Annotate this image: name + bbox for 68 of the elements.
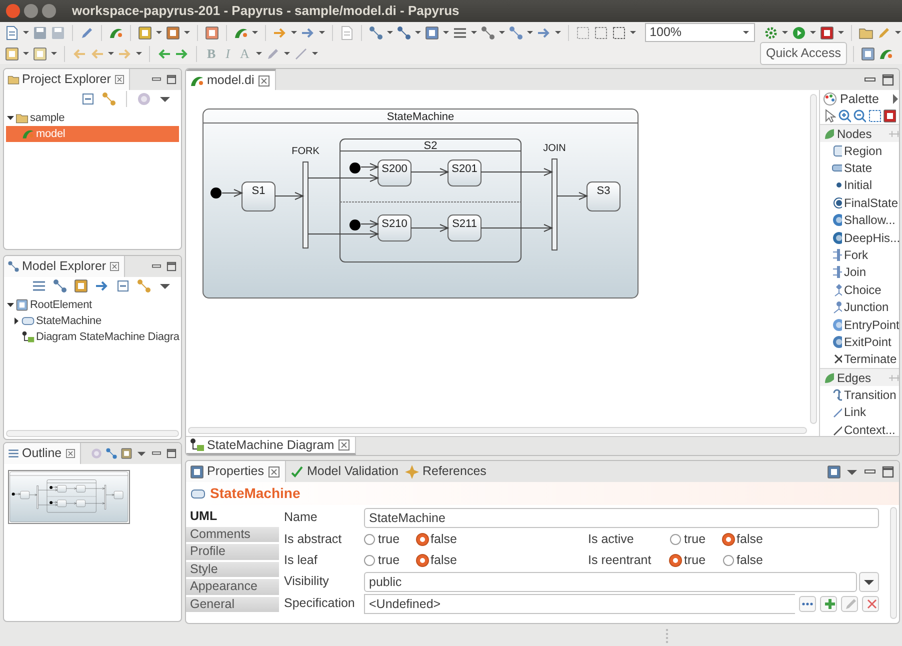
palette-item[interactable]: Link: [820, 403, 899, 421]
view-tab[interactable]: Model Validation: [286, 461, 402, 482]
state-label: S211: [452, 218, 477, 230]
field-label: Is abstract: [284, 531, 343, 548]
view-tab[interactable]: Outline: [4, 443, 81, 464]
radio-label[interactable]: false: [430, 551, 457, 570]
window-title: workspace-papyrus-201 - Papyrus - sample/model.di - Papyrus: [72, 2, 460, 20]
diagram-tab[interactable]: StateMachine Diagram: [186, 437, 356, 455]
view-tab[interactable]: Properties: [186, 461, 286, 482]
palette-item[interactable]: FinalState: [820, 194, 899, 212]
palette-item[interactable]: EntryPoint: [820, 316, 899, 334]
section-tab[interactable]: Comments: [186, 526, 279, 542]
state-machine-title: StateMachine: [386, 111, 454, 123]
palette-group-header[interactable]: Edges: [820, 368, 899, 386]
radio-label[interactable]: false: [430, 530, 457, 549]
state-label: S210: [382, 218, 408, 230]
view-tab[interactable]: Model Explorer: [4, 256, 126, 277]
element-title: StateMachine: [210, 484, 300, 503]
radio-label[interactable]: false: [736, 530, 763, 549]
radio-label[interactable]: true: [684, 551, 706, 570]
palette-group-header[interactable]: Nodes: [820, 124, 899, 142]
state-label: S1: [252, 185, 266, 197]
palette-item[interactable]: Fork: [820, 246, 899, 264]
join-label: JOIN: [543, 143, 566, 154]
section-tab[interactable]: Profile: [186, 544, 279, 560]
radio-label[interactable]: false: [736, 551, 763, 570]
state-label: S3: [596, 185, 610, 197]
tree-item[interactable]: StateMachine: [6, 313, 179, 329]
field-label: Is leaf: [284, 552, 318, 570]
field-label: Is active: [588, 531, 635, 548]
view-tab[interactable]: References: [401, 461, 490, 482]
palette-item[interactable]: Join: [820, 264, 899, 282]
section-tab[interactable]: Style: [186, 562, 279, 577]
palette-item[interactable]: Transition: [820, 386, 899, 404]
section-tab[interactable]: General: [186, 596, 279, 612]
tree-item[interactable]: sample: [6, 110, 179, 126]
radio-label[interactable]: true: [378, 551, 400, 570]
radio-label[interactable]: true: [684, 530, 706, 549]
palette-item[interactable]: ExitPoint: [820, 333, 899, 351]
state-label: S201: [452, 163, 478, 175]
state-label: S200: [382, 163, 408, 175]
palette-item[interactable]: State: [820, 159, 899, 177]
palette-item[interactable]: Initial: [820, 176, 899, 194]
palette-item[interactable]: Region: [820, 142, 899, 160]
palette-header[interactable]: Palette: [822, 90, 879, 108]
quick-access-field[interactable]: Quick Access: [760, 42, 847, 65]
text-field[interactable]: <Undefined>: [364, 594, 795, 614]
palette-item[interactable]: Junction: [820, 298, 899, 316]
section-tab[interactable]: Appearance: [186, 579, 279, 594]
palette-item[interactable]: Shallow...: [820, 212, 899, 229]
tree-item[interactable]: Diagram StateMachine Diagra: [6, 329, 179, 345]
editor-tab[interactable]: model.di: [186, 69, 276, 90]
field-label: Specification: [284, 595, 356, 612]
zoom-combo[interactable]: 100%: [644, 23, 756, 42]
field-label: Visibility: [284, 573, 330, 590]
view-tab[interactable]: Project Explorer: [4, 69, 130, 90]
radio-label[interactable]: true: [378, 530, 400, 549]
field-label: Name: [284, 509, 318, 526]
composite-state-label: S2: [424, 140, 438, 152]
palette-item[interactable]: DeepHis...: [820, 228, 899, 246]
tree-item[interactable]: RootElement: [6, 297, 179, 313]
field-label: Is reentrant: [588, 552, 652, 570]
text-field[interactable]: StateMachine: [364, 508, 879, 528]
palette-item[interactable]: Terminate: [820, 350, 899, 368]
palette-item[interactable]: Context...: [820, 420, 899, 438]
palette-item[interactable]: Choice: [820, 281, 899, 299]
dropdown-field[interactable]: public: [364, 572, 857, 592]
fork-label: FORK: [292, 146, 320, 157]
